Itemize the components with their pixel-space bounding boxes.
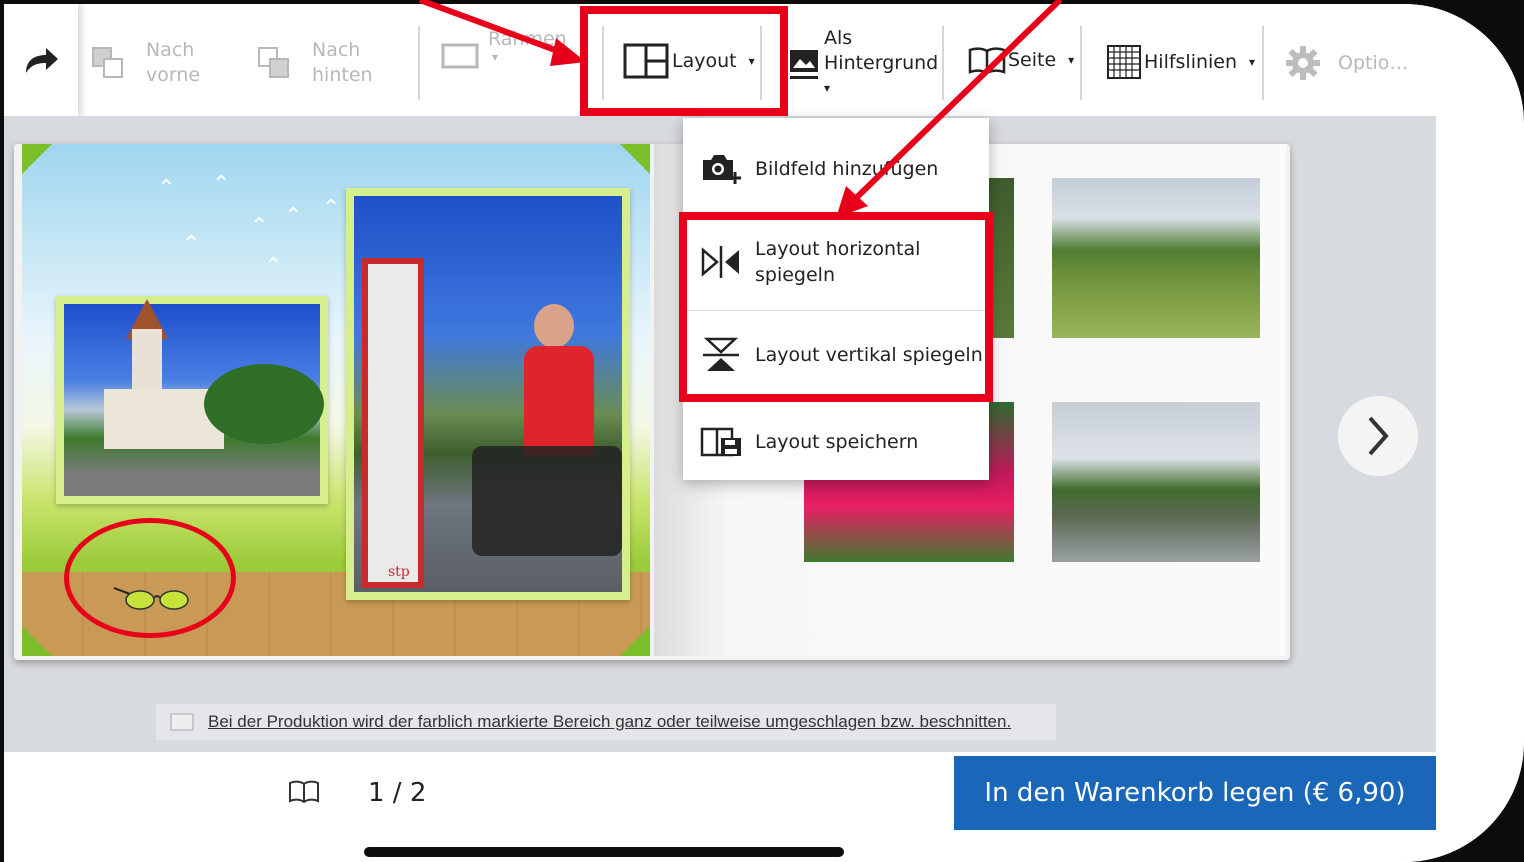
bring-forward-label-2: vorne xyxy=(146,64,201,86)
toolbar-divider xyxy=(1262,26,1264,100)
chevron-down-icon: ▾ xyxy=(1068,53,1075,67)
corner-marker xyxy=(22,626,52,656)
grid-icon xyxy=(1107,45,1141,79)
info-stele: stp xyxy=(362,258,424,588)
frame-icon xyxy=(441,43,479,69)
set-background-button[interactable]: Als Hintergrund ▾ xyxy=(788,26,938,101)
bird-decoration: ⌃ xyxy=(182,232,201,257)
corner-marker xyxy=(620,626,650,656)
page-indicator: 1 / 2 xyxy=(368,778,427,808)
app-screen: Nach vorne Nach hinten Rahmen ▾ Layout ▾… xyxy=(4,4,1524,862)
highlight-box-layout xyxy=(580,6,788,116)
print-notice-text[interactable]: Bei der Produktion wird der farblich mar… xyxy=(208,712,1011,732)
corner-marker xyxy=(620,144,650,174)
rider xyxy=(524,346,594,456)
toolbar-divider xyxy=(418,26,420,100)
bottom-bar: 1 / 2 In den Warenkorb legen (€ 6,90) xyxy=(4,752,1524,862)
options-label: Optio… xyxy=(1338,52,1409,74)
chevron-down-icon: ▾ xyxy=(1249,55,1256,69)
set-background-label-2: Hintergrund xyxy=(824,52,939,74)
stele-brand: stp xyxy=(388,564,410,580)
page-label: Seite xyxy=(1008,49,1057,71)
menu-item-add-image-field[interactable]: Bildfeld hinzufügen xyxy=(683,152,989,186)
bring-forward-label-1: Nach xyxy=(146,39,195,61)
toolbar-divider xyxy=(1080,26,1082,100)
photo-chapel[interactable] xyxy=(1052,402,1260,562)
options-button[interactable]: Optio… xyxy=(1284,44,1408,82)
book-icon xyxy=(968,47,1006,74)
menu-item-label: Bildfeld hinzufügen xyxy=(755,158,939,180)
layout-save-icon xyxy=(700,427,741,457)
bird-decoration: ⌃ xyxy=(322,196,341,221)
frame-label: Rahmen xyxy=(488,28,567,50)
corner-marker xyxy=(22,144,52,174)
bird-decoration: ⌃ xyxy=(264,254,283,279)
bring-forward-button[interactable]: Nach vorne xyxy=(90,38,200,88)
page-button[interactable]: Seite ▾ xyxy=(968,46,1074,74)
set-background-label-1: Als xyxy=(824,27,853,49)
redo-button[interactable] xyxy=(4,4,78,116)
chevron-right-icon xyxy=(1368,416,1389,456)
bird-decoration: ⌃ xyxy=(212,172,231,197)
menu-item-label: Layout speichern xyxy=(755,431,919,453)
add-to-cart-button[interactable]: In den Warenkorb legen (€ 6,90) xyxy=(954,756,1436,830)
bird-decoration: ⌃ xyxy=(284,204,303,229)
highlight-box-mirror-options xyxy=(679,212,993,402)
next-page-button[interactable] xyxy=(1338,396,1418,476)
guides-button[interactable]: Hilfslinien ▾ xyxy=(1106,44,1255,80)
menu-item-save-layout[interactable]: Layout speichern xyxy=(683,426,989,458)
send-back-icon xyxy=(258,47,289,78)
home-indicator[interactable] xyxy=(364,847,844,857)
photo-church[interactable] xyxy=(56,296,328,504)
redo-icon xyxy=(26,48,58,73)
bring-forward-icon xyxy=(92,47,123,78)
bleed-area-swatch xyxy=(170,713,194,731)
chevron-down-icon: ▾ xyxy=(824,81,831,95)
frame-button[interactable]: Rahmen ▾ xyxy=(440,28,567,74)
toolbar-divider xyxy=(942,26,944,100)
image-icon xyxy=(790,50,818,79)
photo-cyclist[interactable]: stp xyxy=(346,188,630,600)
bicycle xyxy=(472,446,622,556)
rider-head xyxy=(534,304,574,348)
chevron-down-icon: ▾ xyxy=(492,50,499,64)
send-back-label-2: hinten xyxy=(312,64,373,86)
bird-decoration: ⌃ xyxy=(250,214,269,239)
highlight-ellipse-sunglasses xyxy=(64,518,236,638)
send-back-label-1: Nach xyxy=(312,39,361,61)
bird-decoration: ⌃ xyxy=(157,176,176,201)
send-back-button[interactable]: Nach hinten xyxy=(256,38,373,88)
gear-icon xyxy=(1286,46,1320,80)
photo-river[interactable] xyxy=(1052,178,1260,338)
book-icon[interactable] xyxy=(288,780,320,804)
print-notice: Bei der Produktion wird der farblich mar… xyxy=(156,704,1056,740)
guides-label: Hilfslinien xyxy=(1144,51,1238,73)
camera-add-icon xyxy=(703,155,741,184)
